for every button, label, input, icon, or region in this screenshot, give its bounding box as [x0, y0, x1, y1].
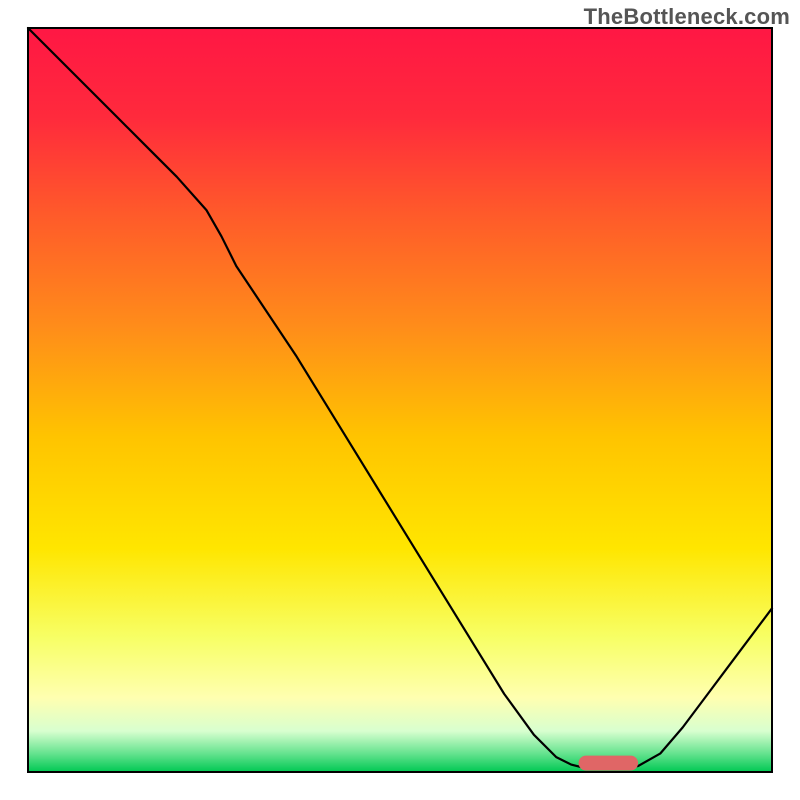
bottleneck-marker — [579, 756, 639, 771]
bottleneck-chart — [0, 0, 800, 800]
